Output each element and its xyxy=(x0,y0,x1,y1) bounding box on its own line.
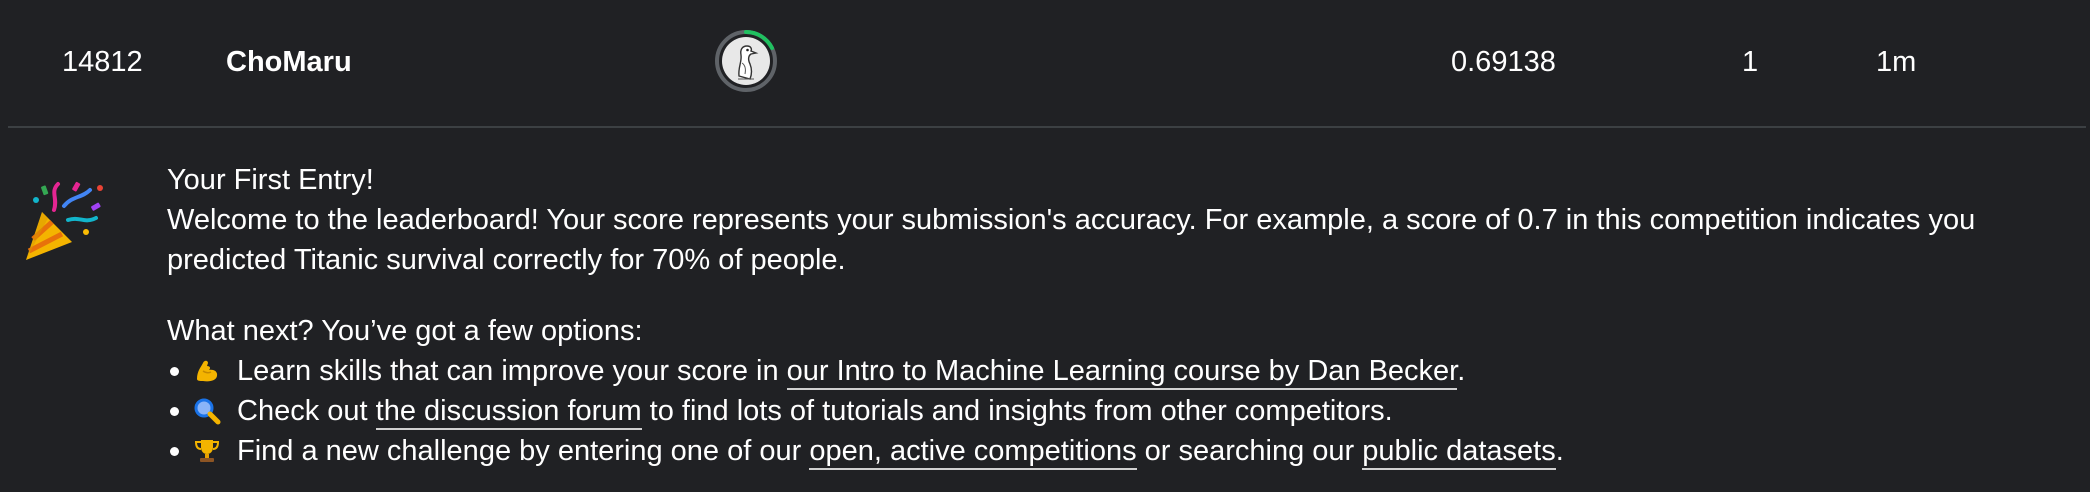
first-entry-notice: Your First Entry! Welcome to the leaderb… xyxy=(167,160,2047,471)
leaderboard-row: 14812 ChoMaru 0.69138 1 1m xyxy=(0,0,2090,126)
flexed-biceps-icon xyxy=(197,360,218,382)
entries-cell: 1 xyxy=(1742,46,1759,78)
team-name[interactable]: ChoMaru xyxy=(226,44,352,80)
magnifying-glass-icon xyxy=(194,398,221,425)
option-text-end: to find lots of tutorials and insights f… xyxy=(641,395,1393,427)
options-list: Learn skills that can improve your score… xyxy=(167,351,2047,471)
trophy-icon xyxy=(194,440,220,462)
option-text: Check out xyxy=(237,395,376,427)
goose-avatar-icon[interactable] xyxy=(714,29,778,93)
discussion-forum-link[interactable]: the discussion forum xyxy=(375,395,642,430)
active-competitions-link[interactable]: open, active competitions xyxy=(809,435,1137,470)
option-text: Find a new challenge by entering one of … xyxy=(237,435,810,467)
notice-title: Your First Entry! xyxy=(167,164,374,196)
option-text-end: . xyxy=(1555,435,1564,467)
public-datasets-link[interactable]: public datasets xyxy=(1362,435,1556,470)
list-item: Find a new challenge by entering one of … xyxy=(167,431,2047,471)
option-text-end: . xyxy=(1457,355,1466,387)
party-popper-icon xyxy=(26,181,103,260)
last-submission-cell: 1m xyxy=(1876,46,1917,78)
intro-ml-course-link[interactable]: our Intro to Machine Learning course by … xyxy=(786,355,1458,390)
score-cell: 0.69138 xyxy=(1451,46,1556,78)
list-item: Learn skills that can improve your score… xyxy=(167,351,2047,391)
list-item: Check out the discussion forum to find l… xyxy=(167,391,2047,431)
bullet xyxy=(170,407,179,416)
rank-cell: 14812 xyxy=(62,46,143,78)
bullet xyxy=(170,367,179,376)
next-steps-heading: What next? You’ve got a few options: xyxy=(167,315,643,347)
row-divider xyxy=(8,126,2086,128)
option-text-middle: or searching our xyxy=(1136,435,1363,467)
bullet xyxy=(170,447,179,456)
option-text: Learn skills that can improve your score… xyxy=(237,355,787,387)
welcome-text: Welcome to the leaderboard! Your score r… xyxy=(167,204,1976,276)
